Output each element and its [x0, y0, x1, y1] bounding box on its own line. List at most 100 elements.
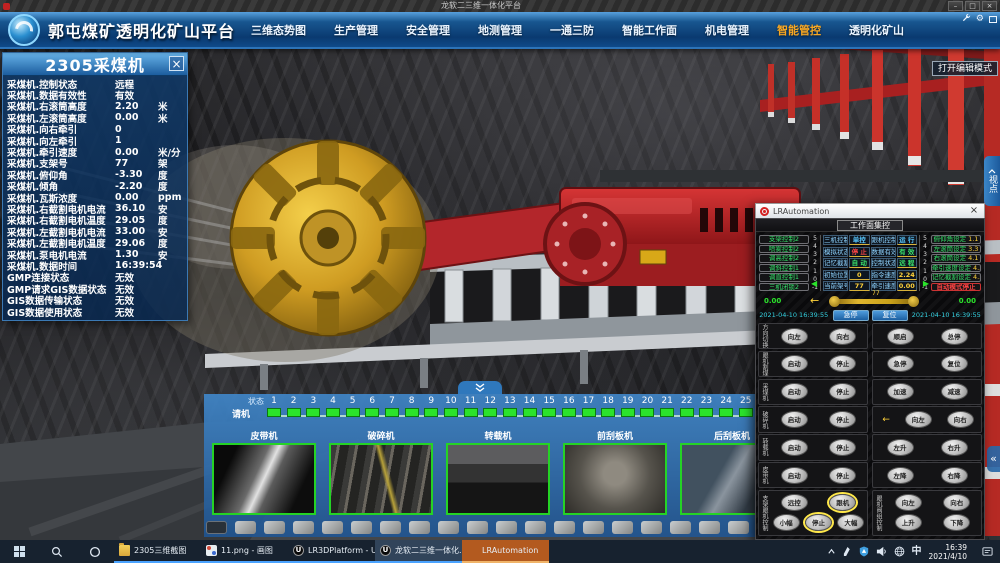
camera-channel-21[interactable]: 21: [659, 396, 675, 417]
nav-item-6[interactable]: 智能工作面: [622, 22, 677, 38]
auto-left-button-4[interactable]: 调斜控制1: [759, 264, 809, 273]
control-button[interactable]: 启动: [781, 439, 808, 456]
taskbar-app-3[interactable]: ULR3DPlatform - U...: [288, 540, 375, 563]
filmstrip-thumb[interactable]: [670, 521, 691, 534]
control-button[interactable]: 向左: [895, 494, 922, 511]
filmstrip-thumb[interactable]: [206, 521, 227, 534]
camera-channel-17[interactable]: 17: [581, 396, 597, 417]
control-button[interactable]: 向右: [947, 411, 974, 428]
chevron-up-icon[interactable]: [827, 547, 836, 556]
auto-right-button-1[interactable]: 俯仰角设定1.1: [931, 235, 981, 244]
filmstrip-thumb[interactable]: [467, 521, 488, 534]
close-icon[interactable]: ×: [968, 205, 980, 217]
nav-item-8[interactable]: 智能管控: [777, 22, 821, 38]
action-center-button[interactable]: [974, 540, 1000, 563]
tab-workface-control[interactable]: 工作面集控: [837, 220, 903, 231]
control-button[interactable]: 停止: [829, 355, 856, 372]
filmstrip-thumb[interactable]: [641, 521, 662, 534]
camera-feed-5[interactable]: 后刮板机: [680, 431, 757, 518]
camera-channel-6[interactable]: 6: [364, 396, 380, 417]
speaker-icon[interactable]: [876, 546, 887, 557]
control-button[interactable]: 启动: [781, 411, 808, 428]
camera-channel-16[interactable]: 16: [561, 396, 577, 417]
camera-channel-24[interactable]: 24: [718, 396, 734, 417]
nav-item-1[interactable]: 三维态势图: [251, 22, 306, 38]
camera-channel-9[interactable]: 9: [423, 396, 439, 417]
control-button[interactable]: 停止: [829, 383, 856, 400]
control-button[interactable]: 停止: [829, 411, 856, 428]
auto-right-button-5[interactable]: 记忆截割设定4.5: [931, 273, 981, 282]
taskbar-app-5[interactable]: LRAutomation: [462, 540, 549, 563]
control-button[interactable]: 急停: [887, 355, 914, 372]
minimize-icon[interactable]: –: [948, 1, 963, 11]
ime-indicator[interactable]: 中: [912, 547, 922, 557]
gear-icon[interactable]: ⚙: [976, 14, 984, 24]
maximize-icon[interactable]: □: [965, 1, 980, 11]
edit-mode-button[interactable]: 打开编辑模式: [932, 61, 998, 76]
control-button[interactable]: 减速: [941, 383, 968, 400]
camera-channel-20[interactable]: 20: [639, 396, 655, 417]
filmstrip-thumb[interactable]: [409, 521, 430, 534]
filmstrip-thumb[interactable]: [612, 521, 633, 534]
filmstrip-thumb[interactable]: [293, 521, 314, 534]
control-button[interactable]: 向左: [781, 328, 808, 345]
stop-button[interactable]: 急停: [833, 310, 869, 321]
control-button[interactable]: 加速: [887, 383, 914, 400]
auto-left-button-5[interactable]: 调直控制1: [759, 273, 809, 282]
camera-channel-22[interactable]: 22: [679, 396, 695, 417]
filmstrip-thumb[interactable]: [554, 521, 575, 534]
nav-item-3[interactable]: 安全管理: [406, 22, 450, 38]
control-button[interactable]: 大幅: [837, 514, 864, 531]
shield-icon[interactable]: [859, 546, 869, 557]
control-button[interactable]: 远控: [781, 494, 808, 511]
camera-channel-8[interactable]: 8: [404, 396, 420, 417]
auto-left-button-1[interactable]: 支架控制2: [759, 235, 809, 244]
pen-icon[interactable]: [843, 546, 852, 557]
panel-collapse-chevron[interactable]: «: [987, 446, 1000, 472]
control-button[interactable]: 左降: [887, 467, 914, 484]
camera-channel-14[interactable]: 14: [522, 396, 538, 417]
control-button[interactable]: 启动: [781, 467, 808, 484]
auto-right-button-4[interactable]: 牵引速度设定4.3: [931, 264, 981, 273]
camera-channel-10[interactable]: 10: [443, 396, 459, 417]
filmstrip-thumb[interactable]: [699, 521, 720, 534]
camera-feed-1[interactable]: 皮带机: [212, 431, 316, 518]
filmstrip-thumb[interactable]: [351, 521, 372, 534]
network-icon[interactable]: [894, 546, 905, 557]
control-button[interactable]: 上升: [895, 514, 922, 531]
nav-item-7[interactable]: 机电管理: [705, 22, 749, 38]
camera-channel-19[interactable]: 19: [620, 396, 636, 417]
camera-channel-11[interactable]: 11: [463, 396, 479, 417]
auto-left-button-2[interactable]: 喷雾控制2: [759, 245, 809, 254]
auto-left-button-6[interactable]: 三机闭锁2: [759, 283, 809, 292]
control-button[interactable]: 小幅: [773, 514, 800, 531]
nav-item-4[interactable]: 地测管理: [478, 22, 522, 38]
camera-channel-13[interactable]: 13: [502, 396, 518, 417]
viewpoint-tab[interactable]: 视点: [984, 156, 1000, 206]
camera-channel-5[interactable]: 5: [345, 396, 361, 417]
camera-channel-12[interactable]: 12: [482, 396, 498, 417]
close-icon[interactable]: ×: [982, 1, 997, 11]
control-button[interactable]: 右降: [941, 467, 968, 484]
camera-channel-23[interactable]: 23: [698, 396, 714, 417]
camera-feed-4[interactable]: 前刮板机: [563, 431, 667, 518]
filmstrip-thumb[interactable]: [583, 521, 604, 534]
collapse-tab[interactable]: [458, 381, 502, 394]
start-button[interactable]: [0, 540, 38, 563]
control-button[interactable]: 下降: [943, 514, 970, 531]
taskbar-clock[interactable]: 16:39 2021/4/10: [929, 540, 974, 563]
filmstrip-thumb[interactable]: [525, 521, 546, 534]
window-icon[interactable]: [989, 16, 997, 23]
control-button[interactable]: 左升: [887, 439, 914, 456]
lra-titlebar[interactable]: LRAutomation ×: [755, 203, 985, 218]
camera-channel-1[interactable]: 1: [266, 396, 282, 417]
nav-item-5[interactable]: 一通三防: [550, 22, 594, 38]
taskbar-app-2[interactable]: 11.png - 画图: [201, 540, 288, 563]
nav-item-9[interactable]: 透明化矿山: [849, 22, 904, 38]
camera-feed-2[interactable]: 破碎机: [329, 431, 433, 518]
camera-channel-3[interactable]: 3: [305, 396, 321, 417]
wrench-icon[interactable]: [962, 13, 971, 25]
cortana-button[interactable]: [76, 540, 114, 563]
filmstrip-thumb[interactable]: [438, 521, 459, 534]
camera-channel-25[interactable]: 25: [738, 396, 754, 417]
